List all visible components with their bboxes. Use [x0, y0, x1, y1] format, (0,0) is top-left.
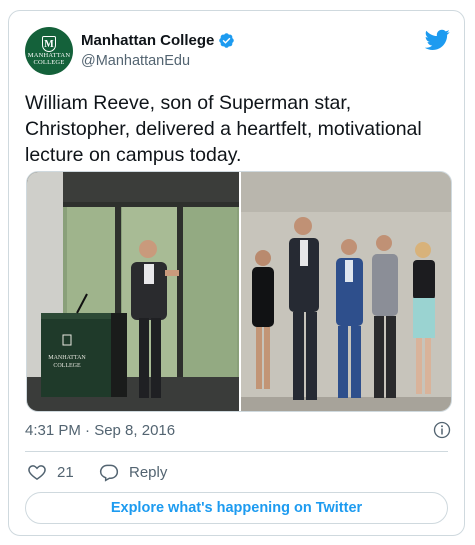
- lecture-scene: MANHATTAN COLLEGE: [27, 172, 239, 411]
- photo-lecture-podium[interactable]: MANHATTAN COLLEGE: [27, 172, 239, 411]
- info-icon[interactable]: [433, 421, 451, 439]
- tweet-media[interactable]: MANHATTAN COLLEGE: [26, 171, 452, 412]
- avatar-text-bottom: COLLEGE: [33, 59, 65, 66]
- avatar[interactable]: M MANHATTAN COLLEGE: [25, 27, 73, 75]
- reply-icon[interactable]: [99, 462, 119, 482]
- college-shield-icon: M: [42, 36, 56, 52]
- avatar-text-top: MANHATTAN: [27, 52, 71, 59]
- account-name[interactable]: Manhattan College: [81, 32, 214, 49]
- divider: [25, 451, 448, 452]
- like-count[interactable]: 21: [57, 464, 74, 481]
- tweet-timestamp[interactable]: 4:31 PM · Sep 8, 2016: [25, 422, 175, 439]
- podium-text-1: MANHATTAN: [48, 355, 86, 361]
- photo-group-portrait[interactable]: [241, 172, 451, 411]
- podium-text-2: COLLEGE: [53, 363, 81, 369]
- group-scene: [241, 172, 451, 411]
- heart-icon[interactable]: [27, 462, 47, 482]
- account-name-row[interactable]: Manhattan College: [81, 32, 235, 49]
- twitter-bird-icon[interactable]: [425, 27, 450, 52]
- tweet-text: William Reeve, son of Superman star, Chr…: [25, 92, 422, 166]
- tweet-card: M MANHATTAN COLLEGE Manhattan College @M…: [8, 10, 465, 536]
- verified-badge-icon: [219, 33, 235, 48]
- account-handle[interactable]: @ManhattanEdu: [81, 53, 190, 69]
- reply-label[interactable]: Reply: [129, 464, 167, 481]
- explore-twitter-button[interactable]: Explore what's happening on Twitter: [25, 492, 448, 524]
